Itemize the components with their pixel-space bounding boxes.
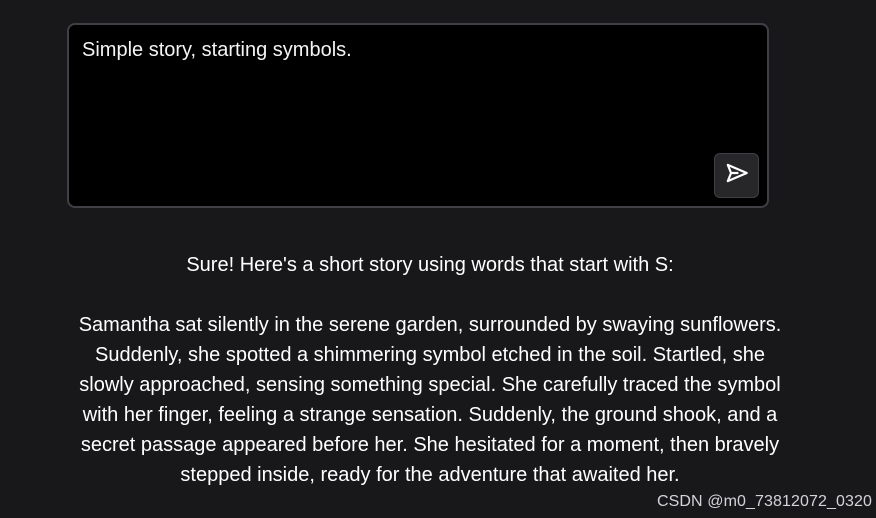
send-icon <box>724 160 750 191</box>
chat-page: Simple story, starting symbols. Sure! He… <box>0 0 876 518</box>
response-message: Sure! Here's a short story using words t… <box>40 250 820 490</box>
send-button[interactable] <box>714 153 759 198</box>
response-story: Samantha sat silently in the serene gard… <box>78 314 782 486</box>
prompt-input-box[interactable]: Simple story, starting symbols. <box>67 23 769 208</box>
response-intro: Sure! Here's a short story using words t… <box>186 254 674 276</box>
prompt-text[interactable]: Simple story, starting symbols. <box>82 37 352 63</box>
watermark: CSDN @m0_73812072_0320 <box>656 493 872 510</box>
